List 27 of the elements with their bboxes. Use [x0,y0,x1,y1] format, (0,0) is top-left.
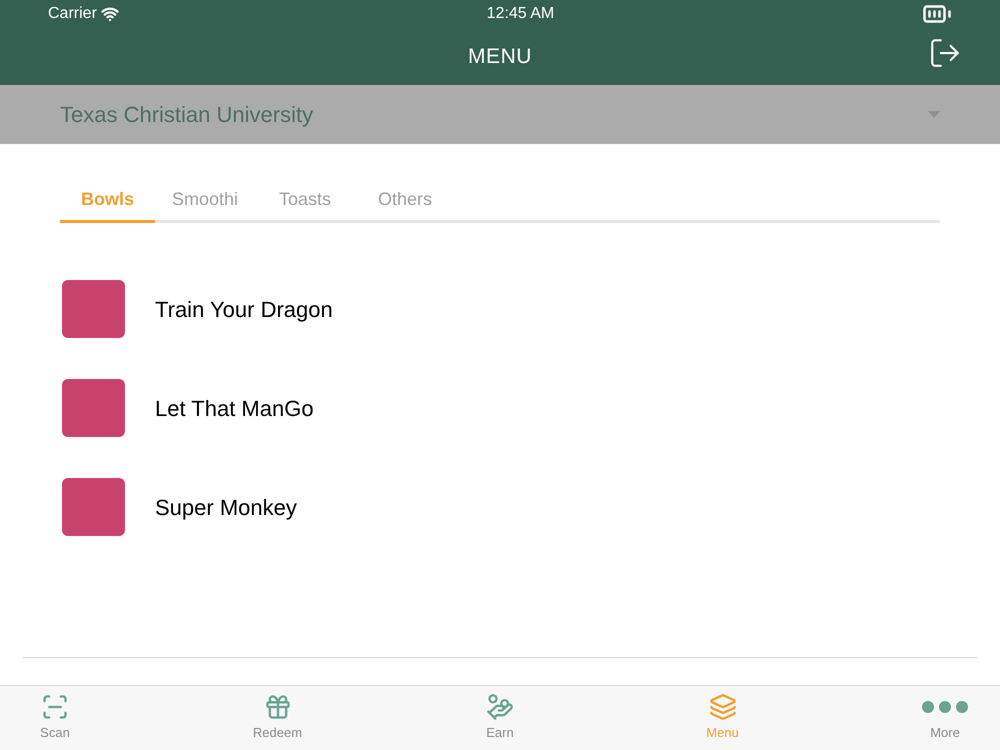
category-tab[interactable]: Smoothi [155,179,255,220]
header-title: MENU [468,44,532,70]
category-tab[interactable]: Toasts [255,179,355,220]
tab-bar-item[interactable]: Scan [20,686,90,750]
tab-bar-item[interactable]: More [910,686,980,750]
category-tab[interactable]: Others [355,179,455,220]
tab-bar-item[interactable]: Earn [465,686,535,750]
scan-icon [41,693,69,722]
logout-icon[interactable] [928,36,962,70]
tab-bar-item[interactable]: Menu [688,686,758,750]
hand-coins-icon [486,693,514,722]
clock-label: 12:45 AM [486,4,554,24]
category-tab[interactable]: Bowls [60,179,155,223]
product-row[interactable]: Super Monkey [62,477,297,537]
product-row[interactable]: Train Your Dragon [62,279,333,339]
tab-bar-item[interactable]: Redeem [242,686,312,750]
dropdown-caret-icon [928,111,940,118]
stack-icon [708,693,736,722]
photo-placeholder [62,478,125,536]
location-dropdown[interactable]: Texas Christian University [0,85,1000,144]
wifi-icon [100,5,119,23]
photo-placeholder [62,280,125,338]
photo-placeholder [62,379,125,437]
carrier-label: Carrier [48,4,97,24]
gift-icon [264,693,292,722]
more-icon [922,701,968,714]
product-row[interactable]: Let That ManGo [62,378,314,438]
